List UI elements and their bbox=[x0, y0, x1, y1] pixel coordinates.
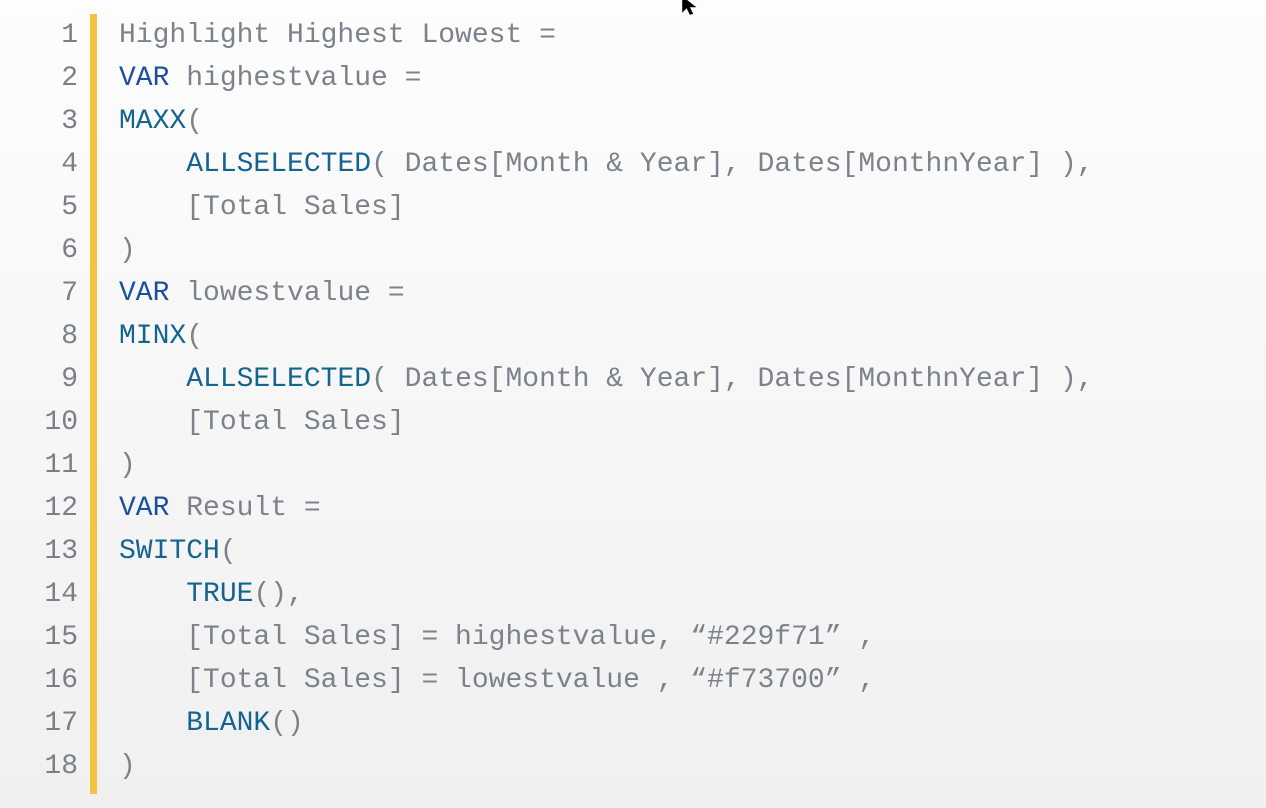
code-line[interactable]: ALLSELECTED( Dates[Month & Year], Dates[… bbox=[119, 358, 1266, 401]
token-kw: VAR bbox=[119, 278, 169, 309]
code-line[interactable]: VAR lowestvalue = bbox=[119, 272, 1266, 315]
code-line[interactable]: [Total Sales] bbox=[119, 186, 1266, 229]
line-number: 15 bbox=[0, 616, 78, 659]
code-line[interactable]: VAR Result = bbox=[119, 487, 1266, 530]
token-txt: ( Dates[Month & Year], Dates[MonthnYear]… bbox=[371, 149, 1094, 180]
code-line[interactable]: ) bbox=[119, 444, 1266, 487]
token-fn: MINX bbox=[119, 321, 186, 352]
code-area[interactable]: Highlight Highest Lowest = VAR highestval… bbox=[119, 14, 1266, 794]
line-number: 16 bbox=[0, 659, 78, 702]
line-number: 5 bbox=[0, 186, 78, 229]
code-line[interactable]: MINX( bbox=[119, 315, 1266, 358]
line-number: 2 bbox=[0, 57, 78, 100]
code-line[interactable]: MAXX( bbox=[119, 100, 1266, 143]
token-txt bbox=[119, 364, 186, 395]
code-line[interactable]: TRUE(), bbox=[119, 573, 1266, 616]
token-txt: Result = bbox=[169, 493, 320, 524]
line-number: 18 bbox=[0, 745, 78, 788]
code-line[interactable]: VAR highestvalue = bbox=[119, 57, 1266, 100]
token-txt: [Total Sales] bbox=[119, 192, 405, 223]
token-kw: VAR bbox=[119, 493, 169, 524]
token-txt: ( Dates[Month & Year], Dates[MonthnYear]… bbox=[371, 364, 1094, 395]
token-fn: ALLSELECTED bbox=[186, 149, 371, 180]
token-txt: ) bbox=[119, 751, 136, 782]
line-number: 14 bbox=[0, 573, 78, 616]
token-txt: [Total Sales] = highestvalue, “#229f71” … bbox=[119, 622, 875, 653]
line-number: 12 bbox=[0, 487, 78, 530]
line-number: 1 bbox=[0, 14, 78, 57]
code-line[interactable]: [Total Sales] = highestvalue, “#229f71” … bbox=[119, 616, 1266, 659]
token-txt: highestvalue = bbox=[169, 63, 421, 94]
line-number-gutter: 123456789101112131415161718 bbox=[0, 14, 90, 794]
token-txt bbox=[119, 579, 186, 610]
token-txt: lowestvalue = bbox=[169, 278, 404, 309]
code-line[interactable]: Highlight Highest Lowest = bbox=[119, 14, 1266, 57]
token-fn: TRUE bbox=[186, 579, 253, 610]
line-number: 3 bbox=[0, 100, 78, 143]
line-number: 8 bbox=[0, 315, 78, 358]
token-fn: ALLSELECTED bbox=[186, 364, 371, 395]
change-marker-bar bbox=[90, 14, 97, 794]
line-number: 17 bbox=[0, 702, 78, 745]
code-line[interactable]: [Total Sales] bbox=[119, 401, 1266, 444]
token-txt: Highlight Highest Lowest = bbox=[119, 20, 556, 51]
line-number: 11 bbox=[0, 444, 78, 487]
code-line[interactable]: SWITCH( bbox=[119, 530, 1266, 573]
code-line[interactable]: ) bbox=[119, 229, 1266, 272]
line-number: 6 bbox=[0, 229, 78, 272]
token-txt: ( bbox=[220, 536, 237, 567]
token-txt: ( bbox=[186, 106, 203, 137]
dax-formula-editor[interactable]: 123456789101112131415161718 Highlight Hi… bbox=[0, 0, 1266, 808]
line-number: 4 bbox=[0, 143, 78, 186]
line-number: 7 bbox=[0, 272, 78, 315]
line-number: 13 bbox=[0, 530, 78, 573]
token-fn: SWITCH bbox=[119, 536, 220, 567]
token-txt: ) bbox=[119, 450, 136, 481]
token-txt: [Total Sales] bbox=[119, 407, 405, 438]
token-fn: MAXX bbox=[119, 106, 186, 137]
token-txt bbox=[119, 149, 186, 180]
token-txt: (), bbox=[253, 579, 303, 610]
token-txt: ) bbox=[119, 235, 136, 266]
code-line[interactable]: BLANK() bbox=[119, 702, 1266, 745]
token-txt: () bbox=[270, 708, 304, 739]
line-number: 9 bbox=[0, 358, 78, 401]
code-line[interactable]: [Total Sales] = lowestvalue , “#f73700” … bbox=[119, 659, 1266, 702]
token-txt bbox=[119, 708, 186, 739]
token-kw: VAR bbox=[119, 63, 169, 94]
code-line[interactable]: ALLSELECTED( Dates[Month & Year], Dates[… bbox=[119, 143, 1266, 186]
code-line[interactable]: ) bbox=[119, 745, 1266, 788]
line-number: 10 bbox=[0, 401, 78, 444]
token-txt: ( bbox=[186, 321, 203, 352]
token-txt: [Total Sales] = lowestvalue , “#f73700” … bbox=[119, 665, 875, 696]
token-fn: BLANK bbox=[186, 708, 270, 739]
